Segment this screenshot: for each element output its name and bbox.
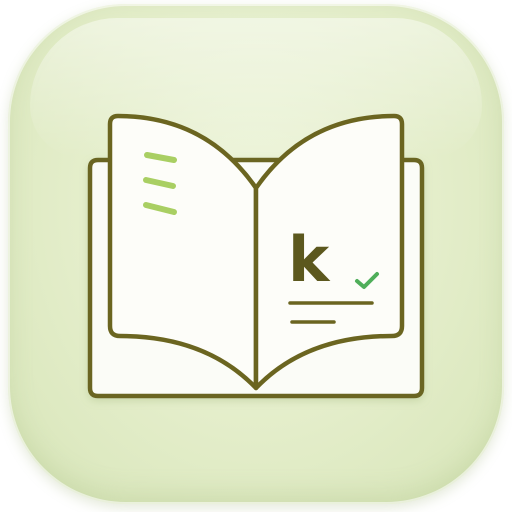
app-icon: k (0, 0, 512, 512)
dictionary-letter: k (288, 223, 331, 296)
open-book-icon: k (87, 113, 425, 399)
